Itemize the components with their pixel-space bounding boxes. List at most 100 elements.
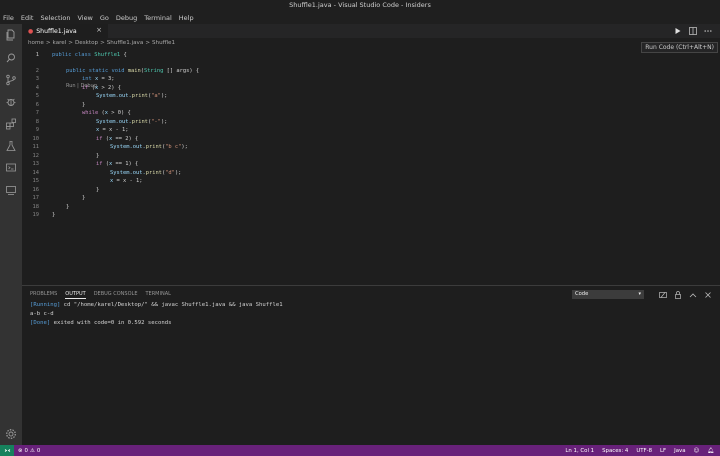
split-editor-icon[interactable] [688,26,697,35]
editor-actions [673,26,712,35]
bottom-panel: PROBLEMS OUTPUT DEBUG CONSOLE TERMINAL C… [22,285,720,445]
lock-scroll-icon[interactable] [674,291,682,299]
test-icon[interactable] [4,139,18,153]
line-number: 9 [35,127,39,134]
code-line: 12 } [22,152,720,161]
code-line: 15 x = x - 1; [22,177,720,186]
code-line: 17 } [22,194,720,203]
line-number: 8 [35,118,39,125]
menu-help[interactable]: Help [179,14,194,22]
menu-bar: File Edit Selection View Go Debug Termin… [0,11,720,24]
run-code-button[interactable] [673,26,682,35]
explorer-icon[interactable] [4,28,18,42]
line-number: 7 [35,110,39,117]
menu-go[interactable]: Go [100,14,109,22]
error-count: 0 [24,447,28,454]
line-number: 2 [35,67,39,74]
tab-problems[interactable]: PROBLEMS [30,291,57,299]
breadcrumb-home[interactable]: home [28,40,44,46]
line-number: 18 [32,203,40,210]
breadcrumb-desktop[interactable]: Desktop [75,40,98,46]
tab-bar: ● Shuffle1.java × Run Code (Ctrl+Alt+N) [22,24,720,53]
tab-shuffle1-java[interactable]: ● Shuffle1.java × [22,24,108,38]
line-number: 5 [35,93,39,100]
tab-debug-console[interactable]: DEBUG CONSOLE [94,291,138,299]
end-of-line[interactable]: LF [660,448,666,454]
code-line: 9 x = x - 1; [22,126,720,135]
panel-tabs: PROBLEMS OUTPUT DEBUG CONSOLE TERMINAL [30,291,171,299]
close-panel-icon[interactable] [704,291,712,299]
menu-debug[interactable]: Debug [116,14,137,22]
menu-edit[interactable]: Edit [21,14,34,22]
line-number: 6 [35,101,39,108]
line-number: 11 [32,144,40,151]
problems-status[interactable]: ⊗ 0 ⚠ 0 [18,448,40,454]
output-channel-value: Code [575,291,589,297]
remote-indicator-icon[interactable] [0,445,14,456]
cursor-position[interactable]: Ln 1, Col 1 [565,448,594,454]
code-line: 18 } [22,203,720,212]
line-number: 16 [32,186,40,193]
code-line: 4 if (x > 2) { [22,84,720,93]
breadcrumb-karel[interactable]: karel [53,40,67,46]
code-line: 7 while (x > 0) { [22,109,720,118]
code-line: 3 int x = 3; [22,75,720,84]
tab-output[interactable]: OUTPUT [65,291,86,299]
warning-count: 0 [36,447,41,454]
maximize-panel-icon[interactable] [689,291,697,299]
java-file-icon: ● [28,27,34,35]
remote-explorer-icon[interactable] [4,161,18,175]
source-control-icon[interactable] [4,73,18,87]
menu-terminal[interactable]: Terminal [144,14,171,22]
output-log[interactable]: [Running] cd "/home/karel/Desktop/" && j… [30,302,283,329]
close-tab-icon[interactable]: × [96,26,102,34]
panel-actions [659,291,712,299]
code-line: 10 if (x == 2) { [22,135,720,144]
breadcrumb-separator: > [145,40,150,46]
clear-output-icon[interactable] [659,291,667,299]
output-line: [Done] exited with code=0 in 0.592 secon… [30,320,172,326]
breadcrumb-separator: > [45,40,51,46]
code-line: 11 System.out.print("b c"); [22,143,720,152]
status-bar: ⊗ 0 ⚠ 0 Ln 1, Col 1 Spaces: 4 UTF-8 LF J… [0,445,720,456]
breadcrumb-class[interactable]: Shuffle1 [152,40,175,46]
code-line: 14 System.out.print("d"); [22,169,720,178]
more-actions-icon[interactable] [703,26,712,35]
terminal-icon[interactable] [4,183,18,197]
title-bar: Shuffle1.java - Visual Studio Code - Ins… [0,0,720,11]
extensions-icon[interactable] [4,117,18,131]
activity-bar [0,24,22,445]
line-number: 10 [32,135,40,142]
notifications-bell-icon[interactable]: 🔔︎ [707,448,714,454]
code-line: 5 System.out.print("a"); [22,92,720,101]
line-number: 4 [35,84,39,91]
code-editor[interactable]: 1 public class Shuffle1 { 2 public stati… [22,51,720,220]
menu-file[interactable]: File [3,14,14,22]
code-line: 8 System.out.print("-"); [22,118,720,127]
menu-selection[interactable]: Selection [40,14,70,22]
settings-gear-icon[interactable] [4,427,18,441]
breadcrumb: home > karel > Desktop > Shuffle1.java >… [22,38,720,48]
editor-area: ● Shuffle1.java × Run Code (Ctrl+Alt+N) … [22,24,720,284]
indentation[interactable]: Spaces: 4 [602,448,628,454]
menu-view[interactable]: View [77,14,92,22]
code-line: 6 } [22,101,720,110]
status-right: Ln 1, Col 1 Spaces: 4 UTF-8 LF Java ☺ 🔔︎ [565,445,714,456]
search-icon[interactable] [4,51,18,65]
code-line: 19 } [22,211,720,220]
tab-label: Shuffle1.java [36,27,77,35]
breadcrumb-separator: > [68,40,73,46]
warning-icon: ⚠ [29,447,35,454]
encoding[interactable]: UTF-8 [636,448,652,454]
debug-icon[interactable] [4,95,18,109]
chevron-down-icon: ▾ [638,291,641,297]
language-mode[interactable]: Java [674,448,685,454]
output-line: [Running] cd "/home/karel/Desktop/" && j… [30,302,283,308]
breadcrumb-file[interactable]: Shuffle1.java [107,40,144,46]
code-line: 13 if (x == 1) { [22,160,720,169]
line-number: 19 [32,212,40,219]
feedback-icon[interactable]: ☺ [694,448,700,454]
output-channel-select[interactable]: Code ▾ [572,290,644,299]
line-number: 12 [32,152,40,159]
tab-terminal[interactable]: TERMINAL [145,291,170,299]
